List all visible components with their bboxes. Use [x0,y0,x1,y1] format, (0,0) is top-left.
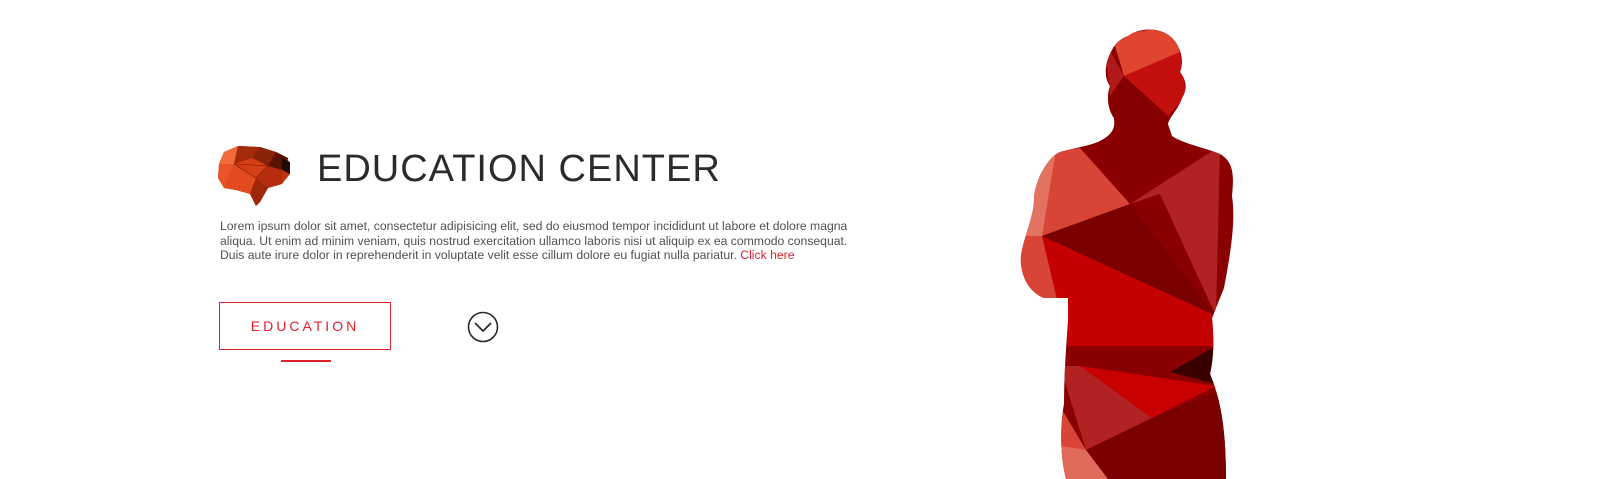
brain-icon [218,146,290,206]
hero-section: EDUCATION CENTER Lorem ipsum dolor sit a… [0,0,1600,479]
button-underline [281,360,331,362]
page-title: EDUCATION CENTER [317,148,721,190]
click-here-link[interactable]: Click here [740,248,794,262]
education-button[interactable]: EDUCATION [219,302,391,350]
intro-paragraph: Lorem ipsum dolor sit amet, consectetur … [220,219,870,263]
chevron-down-circle-icon[interactable] [467,311,499,343]
person-silhouette [1020,29,1234,479]
